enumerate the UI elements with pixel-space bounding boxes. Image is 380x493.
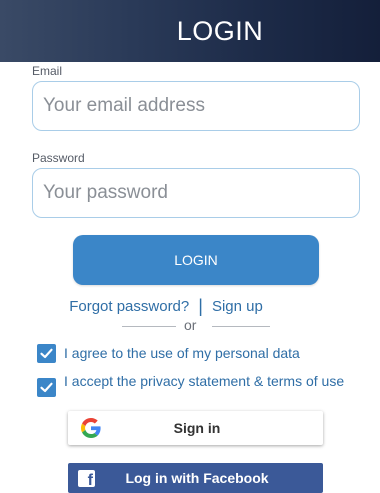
page-title: LOGIN [176, 15, 264, 46]
login-button-label: LOGIN [174, 252, 218, 268]
sign-up-link[interactable]: Sign up [212, 298, 263, 315]
consent-personal-data-row: I agree to the use of my personal data [37, 344, 349, 363]
divider-line-left [122, 326, 176, 327]
or-divider: or [0, 316, 380, 336]
password-label: Password [32, 151, 85, 165]
consent-privacy-row: I accept the privacy statement & terms o… [37, 374, 349, 397]
facebook-login-button[interactable]: f Log in with Facebook [68, 463, 323, 493]
checkmark-icon [40, 348, 53, 359]
login-button[interactable]: LOGIN [73, 235, 319, 285]
facebook-f-icon: f [78, 469, 95, 487]
google-g-icon [81, 418, 101, 438]
consent-personal-data-checkbox[interactable] [37, 344, 56, 363]
forgot-password-link[interactable]: Forgot password? [69, 298, 189, 315]
checkmark-icon [40, 382, 53, 393]
google-sign-in-label: Sign in [173, 420, 221, 436]
facebook-login-label: Log in with Facebook [125, 470, 269, 486]
link-separator: | [198, 296, 203, 316]
password-input[interactable] [32, 168, 360, 218]
divider-line-right [212, 326, 270, 327]
header-bar: LOGIN [0, 0, 380, 62]
email-label: Email [32, 64, 63, 78]
email-input[interactable] [32, 81, 360, 131]
account-links: Forgot password? | Sign up [0, 297, 332, 315]
consent-privacy-checkbox[interactable] [37, 378, 56, 397]
divider-text: or [184, 317, 197, 333]
consent-privacy-label: I accept the privacy statement & terms o… [64, 373, 345, 389]
google-sign-in-button[interactable]: Sign in [68, 411, 323, 445]
consent-personal-data-label: I agree to the use of my personal data [64, 345, 300, 361]
